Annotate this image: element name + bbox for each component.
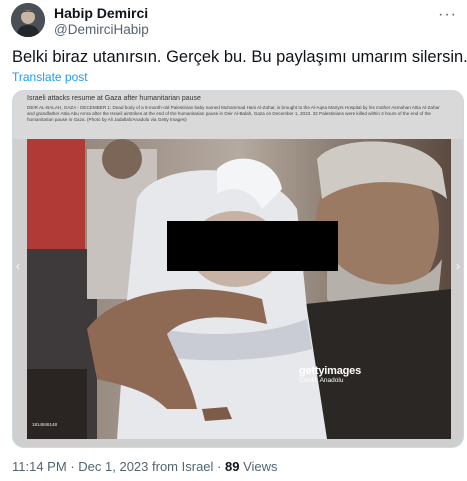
photo-caption-body: DEIR AL-BALAH, GAZA - DECEMBER 1: Dead b… xyxy=(27,105,440,122)
news-photo-image xyxy=(27,139,451,439)
views-label: Views xyxy=(243,459,278,474)
user-avatar-icon xyxy=(11,3,45,37)
censor-bar xyxy=(167,221,338,271)
chevron-right-icon[interactable]: › xyxy=(456,259,460,273)
getty-credit: Credit: Anadolu xyxy=(299,377,344,384)
meta-separator: · xyxy=(217,459,222,474)
news-photo: gettyimages Credit: Anadolu 1814846148 xyxy=(27,139,451,439)
photo-caption-title: Israeli attacks resume at Gaza after hum… xyxy=(27,95,201,102)
translate-post-link[interactable]: Translate post xyxy=(12,70,88,84)
more-options-icon[interactable]: ··· xyxy=(438,6,457,24)
chevron-left-icon[interactable]: ‹ xyxy=(16,259,20,273)
author-display-name[interactable]: Habip Demirci xyxy=(54,5,149,21)
tweet-media[interactable]: Israeli attacks resume at Gaza after hum… xyxy=(12,90,464,448)
post-time[interactable]: 11:14 PM xyxy=(12,459,67,474)
getty-logo: gettyimages xyxy=(299,365,361,377)
author-avatar[interactable] xyxy=(11,3,45,37)
photo-id: 1814846148 xyxy=(32,422,58,427)
tweet-text: Belki biraz utanırsın. Gerçek bu. Bu pay… xyxy=(12,48,467,66)
author-info: Habip Demirci @DemirciHabip xyxy=(54,5,149,39)
author-handle[interactable]: @DemirciHabip xyxy=(54,21,149,39)
meta-separator: · xyxy=(70,459,75,474)
views-count[interactable]: 89 xyxy=(225,459,239,474)
post-meta: 11:14 PM · Dec 1, 2023 from Israel · 89 … xyxy=(12,459,278,474)
post-location: from Israel xyxy=(152,459,214,474)
post-card: Habip Demirci @DemirciHabip ··· Belki bi… xyxy=(0,0,467,481)
getty-watermark: gettyimages Credit: Anadolu xyxy=(299,365,361,384)
photo-caption-area: Israeli attacks resume at Gaza after hum… xyxy=(13,91,463,139)
post-date[interactable]: Dec 1, 2023 xyxy=(78,459,148,474)
media-screenshot: Israeli attacks resume at Gaza after hum… xyxy=(13,91,463,447)
